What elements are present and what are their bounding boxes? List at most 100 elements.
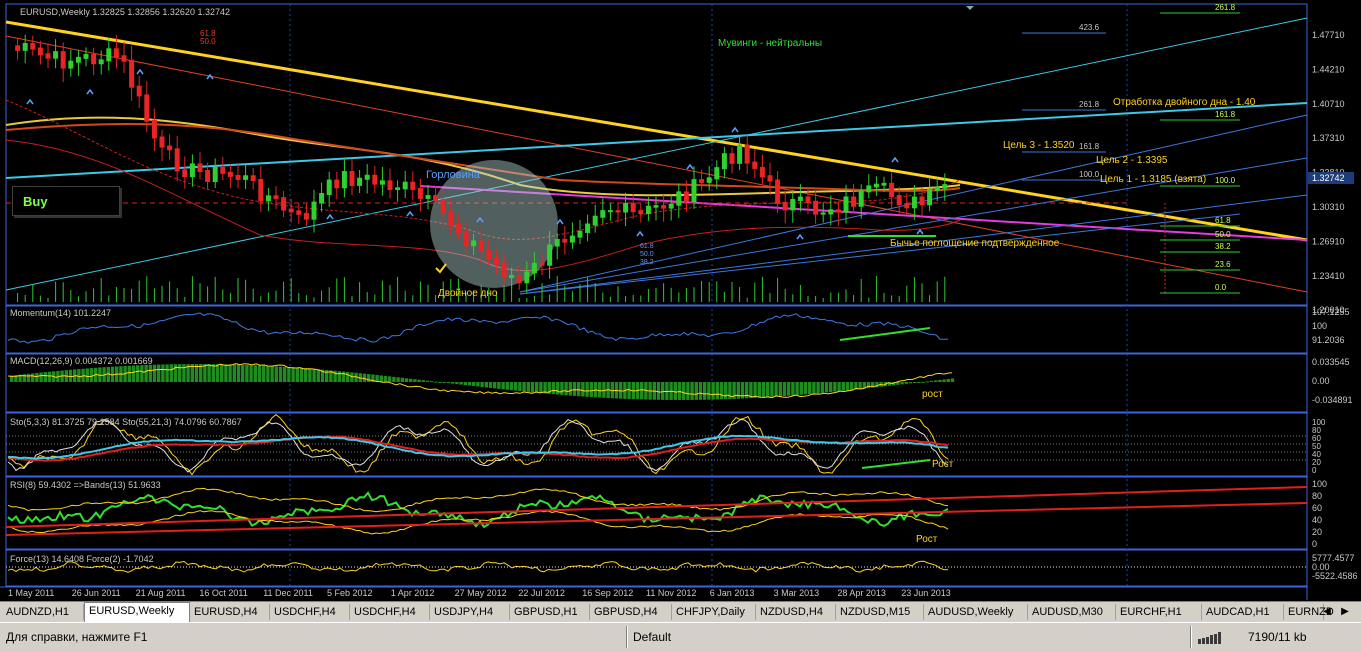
candle-body xyxy=(858,190,864,207)
tab-audusd-weekly[interactable]: AUDUSD,Weekly xyxy=(924,604,1028,620)
macd-histogram-bar xyxy=(560,382,564,395)
macd-histogram-bar xyxy=(169,364,173,382)
macd-histogram-bar xyxy=(913,382,917,383)
macd-histogram-bar xyxy=(577,382,581,397)
momentum-scale-label: 100 xyxy=(1312,321,1327,331)
fib-lower-label: 23.6 xyxy=(1215,260,1231,269)
candle-body xyxy=(486,249,492,260)
macd-histogram-bar xyxy=(661,382,665,400)
candle-body xyxy=(326,179,332,196)
candle-body xyxy=(159,136,165,148)
macd-histogram-bar xyxy=(619,382,623,399)
tab-eurnzd[interactable]: EURNZD xyxy=(1284,604,1334,620)
candle-body xyxy=(364,174,370,180)
macd-histogram-bar xyxy=(719,382,724,400)
macd-histogram-bar xyxy=(761,382,766,398)
macd-histogram-bar xyxy=(514,382,518,391)
macd-scale-label: 0.033545 xyxy=(1312,357,1350,367)
tab-usdchf-h4[interactable]: USDCHF,H4 xyxy=(350,604,430,620)
fib-right-label: 261.8 xyxy=(1215,3,1236,12)
macd-histogram-bar xyxy=(946,378,950,382)
candle-body xyxy=(775,179,781,204)
macd-histogram-bar xyxy=(396,377,400,382)
candle-body xyxy=(820,212,826,215)
status-traffic: 7190/11 kb xyxy=(1248,630,1307,644)
fib-upper-label: 261.8 xyxy=(1079,100,1100,109)
stoch-scale-label: 0 xyxy=(1312,466,1317,475)
macd-histogram-bar xyxy=(308,368,312,382)
status-profile[interactable]: Default xyxy=(633,627,671,647)
macd-histogram-bar xyxy=(157,364,161,382)
macd-histogram-bar xyxy=(425,380,430,382)
macd-histogram-bar xyxy=(144,364,148,382)
tab-audusd-m30[interactable]: AUDUSD,M30 xyxy=(1028,604,1116,620)
candle-body xyxy=(645,205,651,215)
candle-body xyxy=(113,48,119,58)
candle-body xyxy=(258,178,264,202)
macd-histogram-bar xyxy=(778,382,782,397)
tab-nzdusd-m15[interactable]: NZDUSD,M15 xyxy=(836,604,924,620)
macd-histogram-bar xyxy=(917,382,921,383)
candle-body xyxy=(433,195,439,202)
candle-body xyxy=(463,231,469,247)
tab-gbpusd-h1[interactable]: GBPUSD,H1 xyxy=(510,604,590,620)
macd-histogram-bar xyxy=(812,382,816,394)
macd-histogram-bar xyxy=(522,382,526,392)
fib-corner-label: 50.0 xyxy=(200,37,216,46)
tab-usdchf-h4[interactable]: USDCHF,H4 xyxy=(270,604,350,620)
annotation-target-double-bottom: Отработка двойного дна - 1.40 xyxy=(1113,96,1256,108)
chart-area[interactable]: 1.477101.442101.407101.373101.338101.303… xyxy=(0,0,1361,601)
tab-gbpusd-h4[interactable]: GBPUSD,H4 xyxy=(590,604,672,620)
tab-audcad-h1[interactable]: AUDCAD,H1 xyxy=(1202,604,1284,620)
candle-body xyxy=(737,144,743,164)
macd-scale-label: 0.00 xyxy=(1312,376,1330,386)
macd-histogram-bar xyxy=(476,382,480,387)
macd-histogram-bar xyxy=(278,366,283,382)
candle-body xyxy=(311,201,317,220)
candle-body xyxy=(425,195,431,199)
tab-eurusd-h4[interactable]: EURUSD,H4 xyxy=(190,604,270,620)
candle-body xyxy=(699,179,705,183)
candle-body xyxy=(395,187,401,190)
tab-audnzd-h1[interactable]: AUDNZD,H1 xyxy=(2,604,84,620)
macd-histogram-bar xyxy=(686,382,690,400)
tab-chfjpy-daily[interactable]: CHFJPY,Daily xyxy=(672,604,756,620)
tab-nzdusd-h4[interactable]: NZDUSD,H4 xyxy=(756,604,836,620)
tab-scroll-left-icon[interactable]: ◀ xyxy=(1320,604,1334,620)
rsi-scale-label: 60 xyxy=(1312,503,1322,513)
macd-histogram-bar xyxy=(77,369,81,382)
tab-scroll-right-icon[interactable]: ▶ xyxy=(1338,604,1352,620)
candle-body xyxy=(91,53,97,65)
macd-histogram-bar xyxy=(291,367,295,382)
candle-body xyxy=(759,166,765,178)
macd-histogram-bar xyxy=(505,382,509,390)
candle-body xyxy=(106,48,112,62)
candle-body xyxy=(75,56,81,63)
macd-histogram-bar xyxy=(904,382,908,384)
tab-eurchf-h1[interactable]: EURCHF,H1 xyxy=(1116,604,1202,620)
macd-histogram-bar xyxy=(220,364,224,382)
macd-histogram-bar xyxy=(509,382,514,391)
tab-usdjpy-h4[interactable]: USDJPY,H4 xyxy=(430,604,510,620)
macd-histogram-bar xyxy=(362,373,367,382)
macd-histogram-bar xyxy=(467,382,472,386)
tab-eurusd-weekly[interactable]: EURUSD,Weekly xyxy=(84,602,190,622)
candle-body xyxy=(585,223,591,233)
macd-histogram-bar xyxy=(556,382,560,395)
candle-body xyxy=(554,238,560,247)
candle-body xyxy=(448,211,454,227)
candle-body xyxy=(653,205,659,208)
buy-button[interactable]: Buy xyxy=(12,186,120,216)
price-tick-label: 1.26910 xyxy=(1312,236,1345,246)
candle-body xyxy=(911,196,917,209)
force-title: Force(13) 14.6408 Force(2) -1.7042 xyxy=(10,554,154,564)
macd-histogram-bar xyxy=(808,382,812,395)
macd-histogram-bar xyxy=(383,375,388,382)
macd-histogram-bar xyxy=(283,366,287,382)
candle-body xyxy=(296,210,302,215)
annotation-target1: Цель 1 - 1.3185 (взята) xyxy=(1100,174,1206,185)
macd-histogram-bar xyxy=(388,376,392,382)
price-tick-label: 1.30310 xyxy=(1312,202,1345,212)
macd-histogram-bar xyxy=(228,364,232,382)
price-tick-label: 1.44210 xyxy=(1312,64,1345,74)
